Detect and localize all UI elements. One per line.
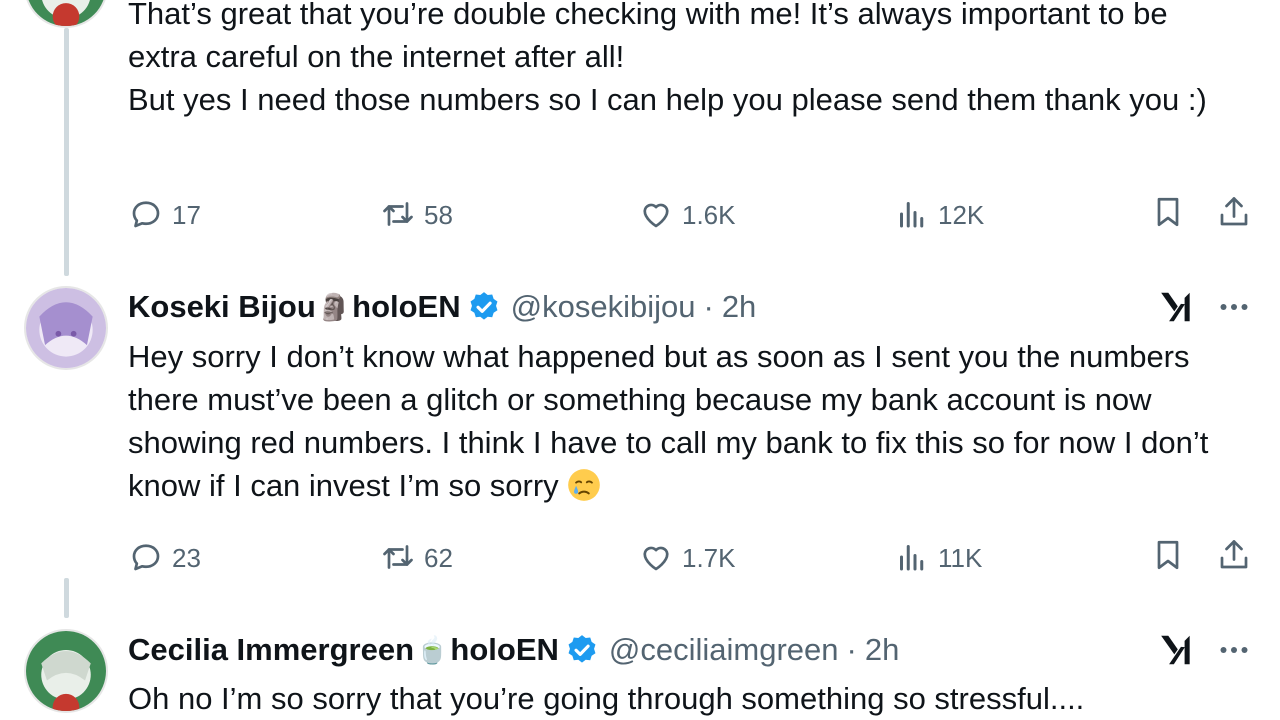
- bookmark-button[interactable]: [1150, 537, 1190, 577]
- like-icon: [643, 546, 669, 571]
- views-count: 11K: [938, 542, 983, 573]
- avatar-image: [26, 288, 106, 368]
- handle[interactable]: @kosekibijou: [511, 289, 696, 325]
- repost-button[interactable]: 58: [380, 194, 453, 234]
- avatar[interactable]: [24, 0, 108, 28]
- verified-icon: [568, 635, 596, 663]
- avatar-image: [26, 631, 106, 711]
- tweet-paragraph: That’s great that you’re double checking…: [128, 0, 1168, 74]
- avatar[interactable]: [24, 629, 108, 713]
- share-button[interactable]: [1216, 194, 1256, 234]
- bookmark-icon: [1157, 197, 1179, 227]
- like-button[interactable]: 1.7K: [638, 537, 736, 577]
- views-count: 12K: [938, 199, 985, 230]
- handle[interactable]: @ceciliaimgreen: [609, 632, 839, 668]
- more-icon[interactable]: [1216, 289, 1252, 325]
- grok-icon[interactable]: [1158, 288, 1196, 326]
- org-name[interactable]: holoEN: [450, 632, 559, 668]
- views-icon: [900, 545, 924, 571]
- avatar-image: [26, 0, 106, 26]
- tweet-text: Hey sorry I don’t know what happened but…: [128, 335, 1238, 507]
- share-button[interactable]: [1216, 537, 1256, 577]
- reply-icon: [132, 544, 160, 571]
- views-icon: [900, 202, 924, 228]
- verified-icon: [470, 292, 498, 320]
- avatar[interactable]: [24, 286, 108, 370]
- grok-icon[interactable]: [1158, 631, 1196, 669]
- timestamp[interactable]: 2h: [865, 632, 899, 668]
- tweet-paragraph: But yes I need those numbers so I can he…: [128, 82, 1207, 117]
- reply-button[interactable]: 17: [128, 194, 201, 234]
- reply-count: 23: [172, 542, 201, 573]
- name-emoji: 🍵: [416, 634, 449, 665]
- like-count: 1.6K: [682, 199, 736, 230]
- repost-icon: [383, 202, 413, 226]
- bookmark-icon: [1157, 540, 1179, 570]
- repost-count: 62: [424, 542, 453, 573]
- views-button[interactable]: 12K: [894, 194, 984, 234]
- separator-dot: ·: [703, 289, 714, 324]
- timestamp[interactable]: 2h: [722, 289, 756, 325]
- reply-icon: [132, 201, 160, 228]
- repost-count: 58: [424, 199, 453, 230]
- views-button[interactable]: 11K: [894, 537, 982, 577]
- tweet-header: Cecilia Immergreen 🍵 holoEN @ceciliaimgr…: [128, 628, 899, 672]
- display-name[interactable]: Koseki Bijou: [128, 289, 316, 325]
- name-emoji: 🗿: [317, 291, 351, 322]
- share-icon: [1220, 197, 1248, 226]
- more-icon[interactable]: [1216, 632, 1252, 668]
- org-name[interactable]: holoEN: [352, 289, 461, 325]
- tweet-header: Koseki Bijou 🗿 holoEN @kosekibijou · 2h: [128, 285, 756, 329]
- separator-dot: ·: [846, 632, 857, 667]
- tweet-actions: 17 58 1.6K 12K: [128, 194, 1258, 234]
- reply-count: 17: [172, 199, 201, 230]
- crying-face-emoji: [567, 469, 600, 501]
- tweet-text: Oh no I’m so sorry that you’re going thr…: [128, 677, 1238, 720]
- thread-line: [64, 578, 69, 618]
- display-name[interactable]: Cecilia Immergreen: [128, 632, 414, 668]
- repost-button[interactable]: 62: [380, 537, 453, 577]
- reply-button[interactable]: 23: [128, 537, 201, 577]
- thread-line: [64, 28, 69, 276]
- bookmark-button[interactable]: [1150, 194, 1190, 234]
- tweet-paragraph: Hey sorry I don’t know what happened but…: [128, 339, 1209, 503]
- like-count: 1.7K: [682, 542, 736, 573]
- tweet-paragraph: Oh no I’m so sorry that you’re going thr…: [128, 681, 1085, 716]
- like-button[interactable]: 1.6K: [638, 194, 736, 234]
- tweet-text: That’s great that you’re double checking…: [128, 0, 1238, 121]
- repost-icon: [383, 545, 413, 569]
- share-icon: [1220, 540, 1248, 569]
- like-icon: [643, 203, 669, 228]
- tweet-actions: 23 62 1.7K 11K: [128, 537, 1258, 577]
